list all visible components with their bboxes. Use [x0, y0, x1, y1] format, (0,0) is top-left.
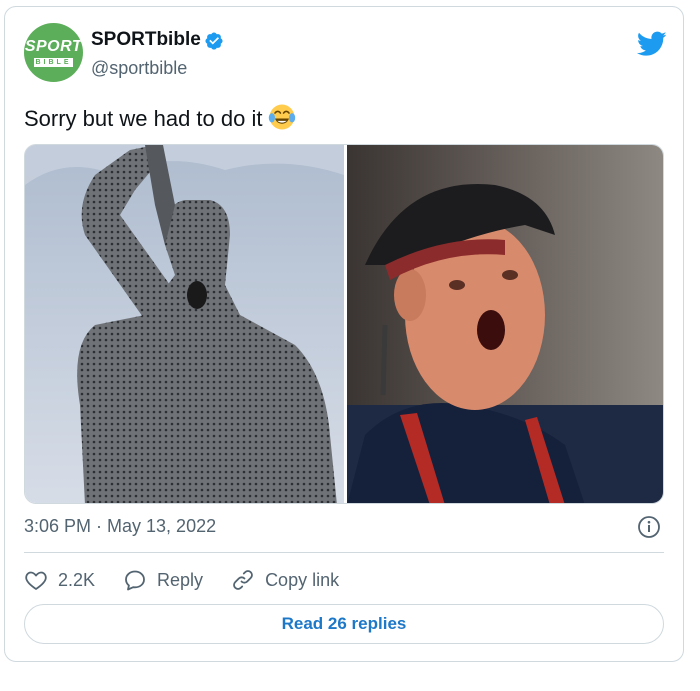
- tweet-text: Sorry but we had to do it: [24, 106, 263, 131]
- tweet-card: SPORT BIBLE SPORTbible @sportbible Sorry…: [4, 6, 684, 662]
- like-count: 2.2K: [58, 569, 96, 590]
- account-handle[interactable]: @sportbible: [91, 58, 187, 79]
- tears-of-joy-emoji-icon: [269, 104, 296, 130]
- statue-image: [25, 145, 344, 503]
- action-bar: 2.2K Reply Copy link: [24, 566, 367, 594]
- avatar[interactable]: SPORT BIBLE: [24, 23, 83, 82]
- display-name[interactable]: SPORTbible: [91, 29, 201, 51]
- link-icon: [233, 570, 253, 590]
- heart-icon: [25, 571, 47, 590]
- avatar-text-top: SPORT: [24, 38, 83, 55]
- copy-link-button[interactable]: Copy link: [231, 568, 339, 592]
- reply-button[interactable]: Reply: [123, 568, 203, 592]
- reply-label: Reply: [157, 569, 204, 590]
- verified-badge-icon: [205, 32, 223, 50]
- goonies-image: [347, 145, 663, 503]
- like-button[interactable]: 2.2K: [24, 568, 95, 592]
- copy-link-label: Copy link: [265, 569, 340, 590]
- tweet-timestamp[interactable]: 3:06 PM · May 13, 2022: [24, 516, 216, 537]
- tweet-media[interactable]: [24, 144, 664, 504]
- tweet-text-row: Sorry but we had to do it: [24, 103, 296, 132]
- reply-icon: [125, 570, 145, 591]
- read-replies-button[interactable]: Read 26 replies: [24, 604, 664, 644]
- info-icon[interactable]: [637, 515, 661, 539]
- twitter-bird-icon[interactable]: [637, 31, 667, 57]
- avatar-text-bottom: BIBLE: [34, 58, 73, 67]
- divider: [24, 552, 664, 553]
